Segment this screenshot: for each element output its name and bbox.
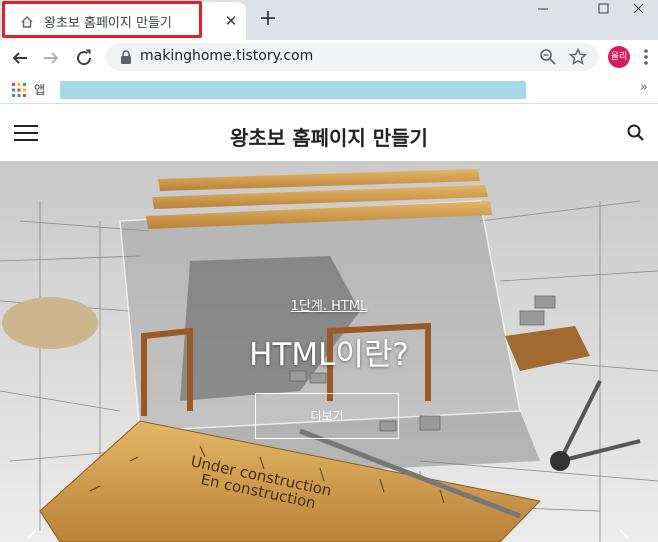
chevron-left-icon[interactable] xyxy=(22,528,42,542)
star-bookmark-icon[interactable] xyxy=(568,47,588,67)
browser-tabstrip: 왕초보 홈페이지 만들기 ✕ + xyxy=(0,0,658,40)
new-tab-button[interactable]: + xyxy=(257,8,279,30)
reload-icon[interactable] xyxy=(71,45,97,71)
tab-close-button[interactable]: ✕ xyxy=(222,12,240,30)
site-header: 왕초보 홈페이지 만들기 xyxy=(0,105,658,161)
tab-highlight-box xyxy=(2,1,202,38)
search-icon[interactable] xyxy=(626,123,646,143)
address-bar[interactable]: makinghome.tistory.com xyxy=(106,43,598,71)
more-menu-icon[interactable] xyxy=(640,47,652,67)
zoom-icon[interactable] xyxy=(538,47,558,67)
redacted-bookmarks xyxy=(60,81,526,99)
minimize-icon xyxy=(538,8,548,10)
window-close-button[interactable] xyxy=(615,0,658,24)
minimize-button[interactable] xyxy=(520,0,566,24)
apps-grid-icon[interactable] xyxy=(12,83,26,97)
lock-icon xyxy=(121,50,131,64)
back-arrow-icon[interactable] xyxy=(7,45,33,71)
chevron-right-icon[interactable] xyxy=(614,528,634,542)
apps-label[interactable]: 앱 xyxy=(34,81,45,98)
profile-avatar[interactable]: 올리 xyxy=(608,46,630,68)
hero-category-link[interactable]: 1단계. HTML xyxy=(0,295,658,314)
hero-title[interactable]: HTML이란? xyxy=(0,329,658,374)
site-title[interactable]: 왕초보 홈페이지 만들기 xyxy=(0,122,658,151)
forward-arrow-icon[interactable] xyxy=(38,45,64,71)
url-text: makinghome.tistory.com xyxy=(140,48,314,64)
bookmarks-more-button[interactable]: » xyxy=(640,80,648,95)
hero-banner: Under construction En construction 1단계. … xyxy=(0,161,658,542)
bookmarks-bar: 앱 » xyxy=(0,76,658,104)
hero-more-button[interactable]: 더보기 xyxy=(255,393,399,439)
window-close-icon xyxy=(633,3,644,14)
